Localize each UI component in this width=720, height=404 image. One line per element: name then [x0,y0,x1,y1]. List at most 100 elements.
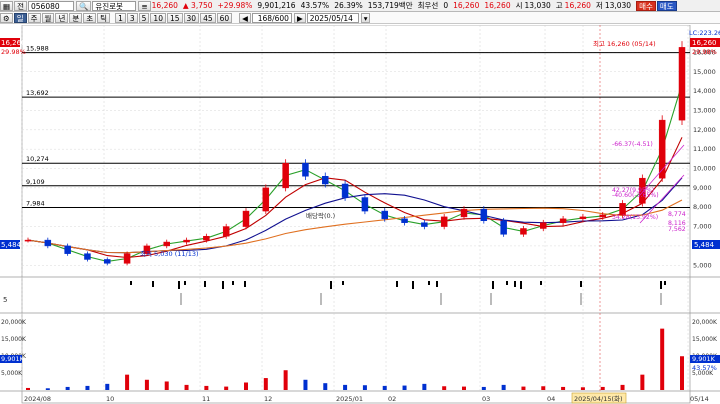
high-price: 16,260 [564,1,591,10]
period-button-0[interactable]: 일 [13,12,27,23]
volume-bar-27 [561,386,566,390]
signal-mark-3 [184,281,186,285]
interval-button-2[interactable]: 5 [138,12,150,23]
volume-tick-left-3: 5,000K [1,370,23,377]
scroll-left-icon[interactable]: ◀ [239,12,251,23]
volume-bar-10 [224,386,229,390]
hline-label-2: 10,274 [26,155,49,163]
candle-body-1 [44,239,52,247]
signal-mark-1 [152,281,154,287]
candle-body-2 [64,245,71,254]
interval-button-4[interactable]: 15 [166,12,183,23]
volume-bar-32 [660,328,665,390]
volume-bar-25 [521,386,526,390]
interval-buttons: 1 3 5 10 15 30 45 60 [115,12,233,23]
stock-code-input[interactable]: 056080 [28,0,74,11]
date-field[interactable]: 2025/05/14 [306,12,359,23]
scroll-right-icon[interactable]: ▶ [293,12,306,23]
candle-body-26 [540,222,547,229]
volume-bar-9 [204,385,209,390]
volume-ratio: 43.57% [300,1,330,10]
volume-bar-15 [323,383,328,390]
volume-bar-17 [362,385,367,390]
stock-list-icon[interactable]: ≡ [138,0,151,11]
sell-button[interactable]: 매도 [656,0,677,11]
hline-label-4: 7,984 [26,200,45,208]
fib-label-3: 34.28(13.92%) [612,214,658,221]
x-axis-label-0: 2024/08 [24,395,51,403]
stock-info-toolbar: ▦ 전 056080 🔍 유진로봇 ≡ 16,260 ▲ 3,750 +29.9… [0,0,720,12]
volume-tick-right-0: 20,000K [692,319,718,326]
signal-mark-0 [130,281,132,285]
buy-button[interactable]: 매수 [636,0,656,11]
period-button-3[interactable]: 년 [55,12,69,23]
fibonacci-annotations: -66.37(-4.51)42.27(9.95%)-40.60(-3.65%)3… [612,141,686,233]
volume-bar-28 [580,387,585,390]
period-button-4[interactable]: 분 [69,12,83,23]
price-tick-6: 10,000 [693,165,716,173]
candle-body-0 [24,239,32,242]
stock-name-field[interactable]: 유진로봇 [92,0,137,11]
interval-button-5[interactable]: 30 [183,12,200,23]
signal-bar-2 [440,293,442,305]
low-label: 저 [595,1,603,10]
candle-body-22 [460,208,468,218]
stock-chart[interactable]: 15,988 13,692 10,274 9,109 7,984 -66.37(-4.5… [0,25,720,404]
volume-bar-0 [26,387,30,390]
high-label: 고 [555,1,563,10]
interval-button-0[interactable]: 1 [115,12,126,23]
right-close-tag-text: 5,484 [694,241,715,249]
candle-body-9 [203,235,210,241]
volume-bar-29 [600,386,605,390]
chart-axes: 16,00015,00014,00013,00012,00011,00010,0… [1,48,718,403]
price-change: ▲ 3,750 [182,1,213,10]
interval-button-7[interactable]: 60 [216,12,233,23]
volume-tick-left-0: 20,000K [1,319,27,326]
candle-body-19 [401,218,408,223]
interval-button-6[interactable]: 45 [200,12,216,23]
candle-body-15 [322,176,329,185]
left-price-tag-text: 16,260 [1,39,26,47]
candle-body-11 [242,210,250,227]
volume-bar-19 [402,385,407,390]
left-rate-text: 29.98% [1,48,26,56]
volume-bar-20 [422,383,427,390]
period-button-6[interactable]: 틱 [97,12,111,23]
left-volume-tag-text: 9,901K [1,355,25,363]
signal-mark-18 [540,281,542,285]
grid-menu-icon[interactable]: ▦ [0,0,14,11]
dividend-annotation: 배당락(0.) [306,211,335,220]
period-button-1[interactable]: 주 [27,12,41,23]
fib-label-5: 8,774 [668,211,686,218]
signal-mark-16 [514,281,516,287]
candle-body-12 [262,187,270,212]
volume-bar-7 [164,381,169,390]
right-volume-rate: 43.57% [692,364,717,372]
candle-body-7 [163,241,170,247]
signal-mark-17 [520,281,522,289]
bar-count-field[interactable]: 168/600 [251,12,292,23]
interval-button-3[interactable]: 10 [150,12,166,23]
signal-mark-8 [330,281,332,289]
trade-amount: 153,719백만 [367,1,413,10]
market-select[interactable]: 전 [14,0,27,11]
signal-panel [130,281,666,305]
volume-bars [26,328,684,390]
period-button-2[interactable]: 월 [41,12,55,23]
search-icon[interactable]: 🔍 [76,0,92,11]
chart-options-icon[interactable]: ⚙ [0,12,13,23]
calendar-icon[interactable]: ▾ [360,12,371,23]
price-tick-2: 14,000 [693,87,716,95]
interval-button-1[interactable]: 3 [126,12,138,23]
priority-zero: 0 [443,1,449,10]
ma60-line [27,177,683,254]
high-annotation: 최고 16,260 (05/14) [593,39,656,48]
volume-bar-6 [144,379,149,390]
hline-label-0: 15,988 [26,45,49,53]
volume-bar-1 [45,388,50,390]
price-tick-5: 11,000 [693,145,716,153]
period-button-5[interactable]: 초 [83,12,97,23]
open-label: 시 [515,1,523,10]
volume-bar-2 [65,386,70,390]
fib-label-2: -40.60(-3.65%) [612,192,659,199]
